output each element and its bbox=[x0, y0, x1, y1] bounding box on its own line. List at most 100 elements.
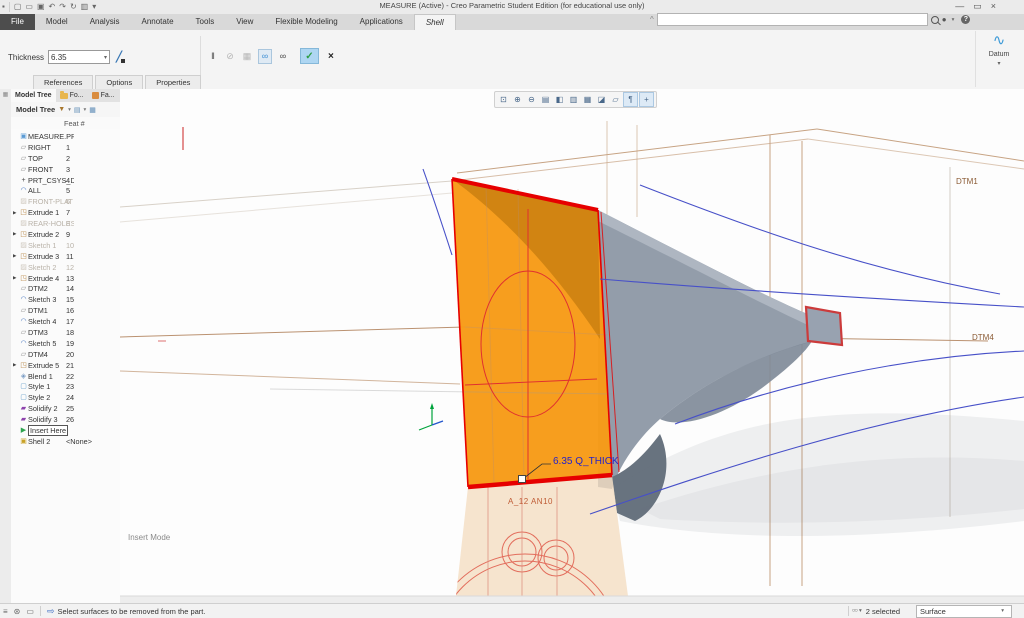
display-style-icon[interactable]: ◧ bbox=[553, 93, 566, 106]
tree-item-extrude-1[interactable]: ▶◳Extrude 17 bbox=[11, 207, 120, 218]
tree-item-extrude-3[interactable]: ▶◳Extrude 311 bbox=[11, 251, 120, 262]
tree-item-solidify-2[interactable]: ▰Solidify 225 bbox=[11, 403, 120, 414]
doc-dropdown-icon[interactable]: ▾ bbox=[84, 107, 87, 113]
tree-item-blend-1[interactable]: ◈Blend 122 bbox=[11, 371, 120, 382]
tree-item-dtm2[interactable]: ▱DTM214 bbox=[11, 283, 120, 294]
tree-item-style-2[interactable]: ▢Style 224 bbox=[11, 392, 120, 403]
feature-preview-icon[interactable]: ▦ bbox=[241, 50, 253, 63]
tree-item-label: Sketch 4 bbox=[28, 317, 56, 326]
repaint-icon[interactable]: ▤ bbox=[539, 93, 552, 106]
tab-flexible-modeling[interactable]: Flexible Modeling bbox=[264, 14, 348, 30]
collapse-ribbon-icon[interactable]: ^ bbox=[650, 15, 654, 24]
community-dropdown-icon[interactable]: ▾ bbox=[952, 17, 955, 23]
tab-file[interactable]: File bbox=[0, 14, 35, 30]
tree-item-dtm1[interactable]: ▱DTM116 bbox=[11, 305, 120, 316]
datum-curve-icon[interactable]: ∿ bbox=[976, 31, 1022, 51]
search-input[interactable] bbox=[657, 13, 928, 26]
tree-toggle-icon[interactable]: ≡ bbox=[3, 607, 8, 616]
tree-item-insert-here[interactable]: ▶Insert Here bbox=[11, 425, 120, 436]
zoom-in-icon[interactable]: ⊕ bbox=[511, 93, 524, 106]
tab-applications[interactable]: Applications bbox=[349, 14, 414, 30]
end-cap-face[interactable] bbox=[806, 307, 842, 345]
panel-tab-references[interactable]: References bbox=[33, 75, 93, 89]
verify-icon[interactable]: ∞ bbox=[277, 50, 289, 63]
tree-filter-icon[interactable]: ▼ bbox=[58, 106, 65, 113]
tree-settings-icon[interactable]: ▦ bbox=[89, 106, 96, 114]
tree-item-sketch-4[interactable]: ◠Sketch 417 bbox=[11, 316, 120, 327]
spin-center-icon[interactable]: + bbox=[639, 92, 654, 107]
tree-item-sketch-5[interactable]: ◠Sketch 519 bbox=[11, 338, 120, 349]
view-manager-icon[interactable]: ▦ bbox=[581, 93, 594, 106]
tab-view[interactable]: View bbox=[225, 14, 264, 30]
tree-item-all[interactable]: ◠ALL5 bbox=[11, 185, 120, 196]
tree-item-extrude-4[interactable]: ▶◳Extrude 413 bbox=[11, 273, 120, 284]
browser-icon[interactable]: ⊛ bbox=[14, 607, 21, 616]
tab-analysis[interactable]: Analysis bbox=[79, 14, 131, 30]
thickness-input[interactable]: 6.35 ▾ bbox=[48, 50, 110, 64]
tab-model[interactable]: Model bbox=[35, 14, 79, 30]
panel-tab-properties[interactable]: Properties bbox=[145, 75, 201, 89]
thickness-dropdown-icon[interactable]: ▾ bbox=[104, 54, 107, 61]
pause-icon[interactable]: ‖ bbox=[207, 50, 219, 63]
tree-item-style-1[interactable]: ▢Style 123 bbox=[11, 381, 120, 392]
tree-item-sketch-1[interactable]: ▨Sketch 110 bbox=[11, 240, 120, 251]
help-icon[interactable]: ? bbox=[961, 15, 970, 24]
section-icon[interactable]: ◪ bbox=[595, 93, 608, 106]
dtm4-tag[interactable]: DTM4 bbox=[972, 333, 994, 342]
datum-display-icon[interactable]: ▱ bbox=[609, 93, 622, 106]
community-icon[interactable]: ● bbox=[942, 15, 947, 24]
close-button[interactable]: × bbox=[991, 0, 996, 13]
no-preview-icon[interactable]: ⊘ bbox=[224, 50, 236, 63]
tree-tab-fo[interactable]: Fo... bbox=[56, 89, 88, 102]
tree-item-sketch-2[interactable]: ▨Sketch 212 bbox=[11, 262, 120, 273]
tree-item-dtm3[interactable]: ▱DTM318 bbox=[11, 327, 120, 338]
panel-tab-options[interactable]: Options bbox=[95, 75, 143, 89]
flip-side-icon[interactable]: ╱ bbox=[116, 52, 122, 63]
zoom-out-icon[interactable]: ⊖ bbox=[525, 93, 538, 106]
tab-tools[interactable]: Tools bbox=[185, 14, 226, 30]
ok-button[interactable]: ✓ bbox=[300, 48, 319, 64]
tree-item-prt-csys-d[interactable]: +PRT_CSYS_D4 bbox=[11, 175, 120, 186]
tree-item-extrude-2[interactable]: ▶◳Extrude 29 bbox=[11, 229, 120, 240]
find-dropdown-icon[interactable]: ▾ bbox=[859, 608, 862, 614]
refit-icon[interactable]: ⊡ bbox=[497, 93, 510, 106]
tree-item-label: Style 1 bbox=[28, 382, 50, 391]
filter-dropdown-icon[interactable]: ▾ bbox=[68, 107, 71, 113]
filter-dropdown-icon[interactable]: ▾ bbox=[1001, 608, 1004, 614]
blank-window-icon[interactable]: ▭ bbox=[26, 607, 34, 616]
tree-item-measure-prt[interactable]: ▣MEASURE.PRT bbox=[11, 131, 120, 142]
tab-shell[interactable]: Shell bbox=[414, 14, 456, 30]
search-icon[interactable] bbox=[931, 16, 939, 24]
tree-item-top[interactable]: ▱TOP2 bbox=[11, 153, 120, 164]
tree-tab-model-tree[interactable]: Model Tree bbox=[11, 89, 56, 102]
shell-face[interactable] bbox=[452, 179, 612, 487]
datum-group[interactable]: ∿ Datum ▾ bbox=[975, 31, 1022, 87]
dtm1-tag[interactable]: DTM1 bbox=[956, 177, 978, 186]
tree-tab-fa[interactable]: Fa... bbox=[88, 89, 119, 102]
tree-item-shell-2[interactable]: ▣Shell 2<None> bbox=[11, 436, 120, 447]
lower-sheet[interactable] bbox=[456, 475, 628, 596]
selection-filter[interactable]: Surface ▾ bbox=[916, 605, 1012, 618]
tree-item-label: MEASURE.PRT bbox=[28, 132, 74, 141]
tree-item-extrude-5[interactable]: ▶◳Extrude 521 bbox=[11, 360, 120, 371]
annotation-display-icon[interactable]: ¶ bbox=[623, 92, 638, 107]
tree-item-solidify-3[interactable]: ▰Solidify 326 bbox=[11, 414, 120, 425]
tree-item-sketch-3[interactable]: ◠Sketch 315 bbox=[11, 294, 120, 305]
thickness-dimension[interactable]: 6.35 Q_THICK bbox=[553, 456, 619, 467]
cancel-button[interactable]: × bbox=[328, 51, 334, 62]
tree-item-rear-holes[interactable]: ▨REAR-HOLES8 bbox=[11, 218, 120, 229]
tab-annotate[interactable]: Annotate bbox=[130, 14, 184, 30]
tree-item-dtm4[interactable]: ▱DTM420 bbox=[11, 349, 120, 360]
find-icon[interactable]: ○○ bbox=[852, 608, 857, 614]
restore-button[interactable]: ▭ bbox=[973, 0, 982, 13]
graphics-area[interactable]: ⊡⊕⊖▤◧▥▦◪▱¶+ DTM1 DTM4 6.35 Q_THICK A_12 … bbox=[120, 89, 1024, 604]
tree-doc-icon[interactable]: ▤ bbox=[74, 106, 81, 114]
tree-item-front[interactable]: ▱FRONT3 bbox=[11, 164, 120, 175]
drag-handle[interactable] bbox=[518, 475, 526, 483]
datum-dropdown-icon[interactable]: ▾ bbox=[976, 60, 1022, 67]
csys-triad bbox=[419, 403, 443, 430]
tree-item-right[interactable]: ▱RIGHT1 bbox=[11, 142, 120, 153]
saved-orientations-icon[interactable]: ▥ bbox=[567, 93, 580, 106]
tree-item-front-plat[interactable]: ▨FRONT-PLAT6 bbox=[11, 196, 120, 207]
attached-preview-icon[interactable]: ∞ bbox=[258, 49, 272, 64]
